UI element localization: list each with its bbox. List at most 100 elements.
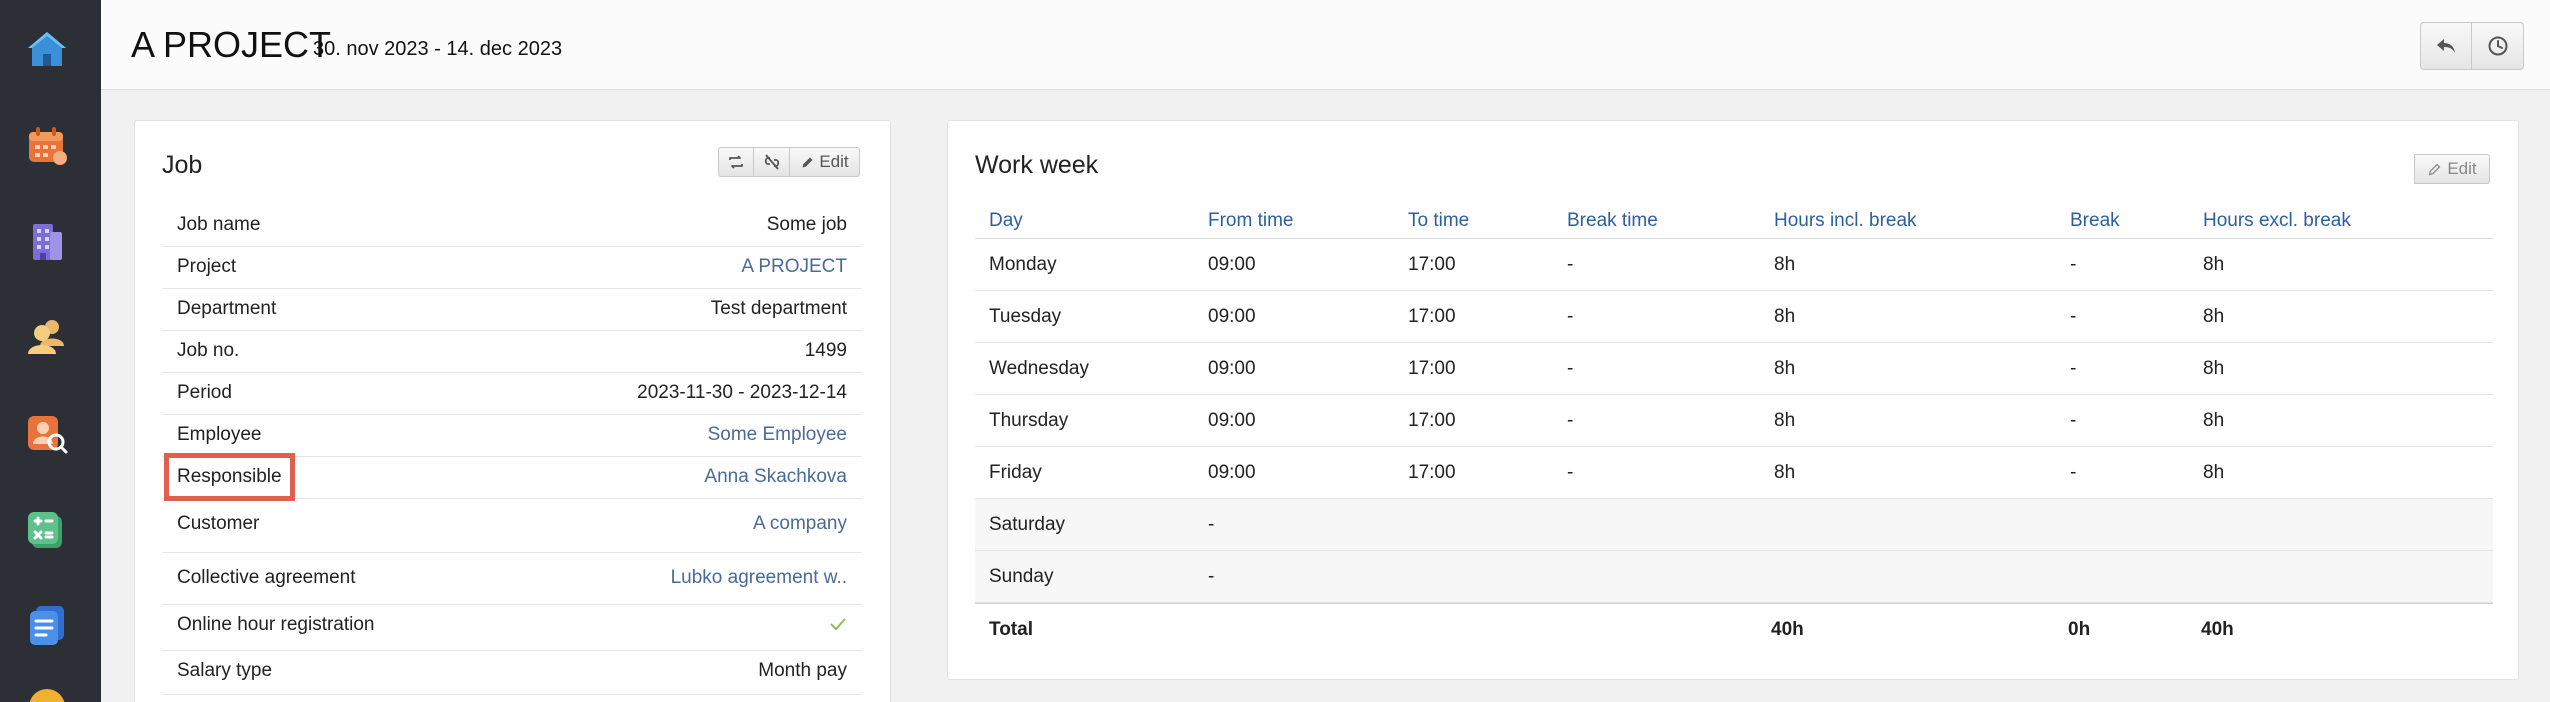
cell-to-time: 17:00 (1408, 253, 1456, 275)
cell-hours-incl: 8h (1774, 461, 1796, 483)
total-label: Total (989, 618, 1033, 640)
column-header-hours-incl-break[interactable]: Hours incl. break (1774, 210, 1917, 232)
sidebar-item-home[interactable] (24, 26, 70, 72)
cell-break-time: - (1567, 305, 1574, 327)
job-row-label: Job no. (177, 340, 240, 361)
job-row-department: Department Test department (162, 289, 862, 331)
sidebar-item-documents[interactable] (24, 602, 70, 648)
cell-day: Tuesday (989, 305, 1062, 327)
collective-agreement-link[interactable]: Lubko agreement w.. (671, 567, 847, 589)
table-row: Sunday - (975, 551, 2493, 603)
cell-hours-excl: 8h (2203, 253, 2225, 275)
job-row-employee: Employee Some Employee (162, 415, 862, 457)
customer-link[interactable]: A company (753, 513, 847, 535)
work-week-toolbar: Edit (2414, 154, 2490, 184)
job-row-period: Period 2023-11-30 - 2023-12-14 (162, 373, 862, 415)
cell-hours-incl: 8h (1774, 305, 1796, 327)
employee-search-icon (28, 416, 68, 454)
cell-to-time: 17:00 (1408, 461, 1456, 483)
online-registration-value (829, 615, 847, 639)
cell-to-time: 17:00 (1408, 357, 1456, 379)
cell-hours-excl: 8h (2203, 305, 2225, 327)
cell-break-time: - (1567, 253, 1574, 275)
clock-icon (2488, 36, 2507, 56)
project-link[interactable]: A PROJECT (741, 256, 847, 278)
column-header-from-time[interactable]: From time (1208, 210, 1294, 232)
job-row-label: Collective agreement (177, 567, 356, 588)
work-week-edit-button[interactable]: Edit (2414, 154, 2490, 184)
job-row-project: Project A PROJECT (162, 247, 862, 289)
pencil-icon (802, 157, 813, 167)
calendar-icon (29, 127, 67, 165)
table-header-row: Day From time To time Break time Hours i… (975, 205, 2493, 239)
job-row-job-no: Job no. 1499 (162, 331, 862, 373)
job-row-value: Month pay (758, 660, 847, 681)
sidebar-item-employees[interactable] (24, 314, 70, 360)
sidebar-item-calendar[interactable] (24, 122, 70, 168)
work-week-title: Work week (975, 151, 1099, 179)
building-icon (33, 224, 62, 260)
job-row-label: Customer (177, 513, 260, 534)
cell-day: Wednesday (989, 357, 1089, 379)
job-row-value: Test department (710, 298, 847, 319)
column-header-break[interactable]: Break (2070, 210, 2120, 232)
responsible-link[interactable]: Anna Skachkova (704, 466, 847, 488)
cell-hours-incl: 8h (1774, 409, 1796, 431)
cell-day: Sunday (989, 565, 1054, 587)
sidebar-item-organization[interactable] (24, 218, 70, 264)
total-break: 0h (2068, 618, 2091, 640)
cell-break-time: - (1567, 409, 1574, 431)
work-week-panel: Work week Edit Day From time To time Bre… (947, 120, 2519, 680)
cell-from-time: 09:00 (1208, 409, 1256, 431)
sidebar-item-more[interactable] (24, 684, 70, 702)
home-icon (28, 32, 66, 66)
page-header: A PROJECT 30. nov 2023 - 14. dec 2023 (101, 0, 2550, 90)
column-header-hours-excl-break[interactable]: Hours excl. break (2203, 210, 2351, 232)
reply-icon (2437, 39, 2455, 53)
partial-icon (29, 689, 65, 702)
check-icon (830, 618, 846, 631)
column-header-to-time[interactable]: To time (1408, 210, 1469, 232)
calculator-icon (28, 512, 62, 548)
job-row-label: Project (177, 256, 237, 277)
sidebar-item-employee-search[interactable] (24, 410, 70, 456)
cell-hours-excl: 8h (2203, 461, 2225, 483)
job-edit-button[interactable]: Edit (790, 147, 860, 177)
cell-to-time: 17:00 (1408, 409, 1456, 431)
history-button[interactable] (2472, 22, 2524, 70)
work-week-table: Day From time To time Break time Hours i… (975, 205, 2493, 655)
sidebar (0, 0, 101, 702)
cell-hours-excl: 8h (2203, 357, 2225, 379)
table-row: Friday 09:00 17:00 - 8h - 8h (975, 447, 2493, 499)
page-dates: 30. nov 2023 - 14. dec 2023 (313, 38, 563, 60)
table-row: Saturday - (975, 499, 2493, 551)
unlink-button[interactable] (754, 147, 790, 177)
sidebar-item-payroll[interactable] (24, 506, 70, 552)
job-row-collective-agreement: Collective agreement Lubko agreement w.. (162, 553, 862, 605)
cell-day: Friday (989, 461, 1042, 483)
back-button[interactable] (2420, 22, 2472, 70)
cell-from-time: - (1208, 513, 1215, 535)
job-row-salary-type: Salary type Month pay (162, 651, 862, 695)
table-total-row: Total 40h 0h 40h (975, 603, 2493, 655)
total-hours-excl: 40h (2201, 618, 2234, 640)
cell-hours-incl: 8h (1774, 357, 1796, 379)
pencil-icon (2428, 163, 2441, 175)
job-row-label: Period (177, 382, 232, 403)
cell-break-time: - (1567, 461, 1574, 483)
job-row-job-name: Job name Some job (162, 205, 862, 247)
job-row-value: 2023-11-30 - 2023-12-14 (637, 382, 847, 403)
job-row-label: Online hour registration (177, 614, 375, 635)
column-header-break-time[interactable]: Break time (1567, 210, 1658, 232)
refresh-icon (729, 155, 743, 169)
cell-break: - (2070, 409, 2077, 431)
job-row-customer: Customer A company (162, 499, 862, 553)
column-header-day[interactable]: Day (989, 210, 1023, 232)
sync-button[interactable] (718, 147, 754, 177)
total-hours-incl: 40h (1771, 618, 1804, 640)
employee-link[interactable]: Some Employee (708, 424, 847, 446)
cell-from-time: 09:00 (1208, 357, 1256, 379)
job-row-label: Job name (177, 214, 261, 235)
responsible-label-highlighted: Responsible (164, 453, 295, 501)
job-panel: Job Edit Job name Some job Project A PRO… (134, 120, 891, 702)
